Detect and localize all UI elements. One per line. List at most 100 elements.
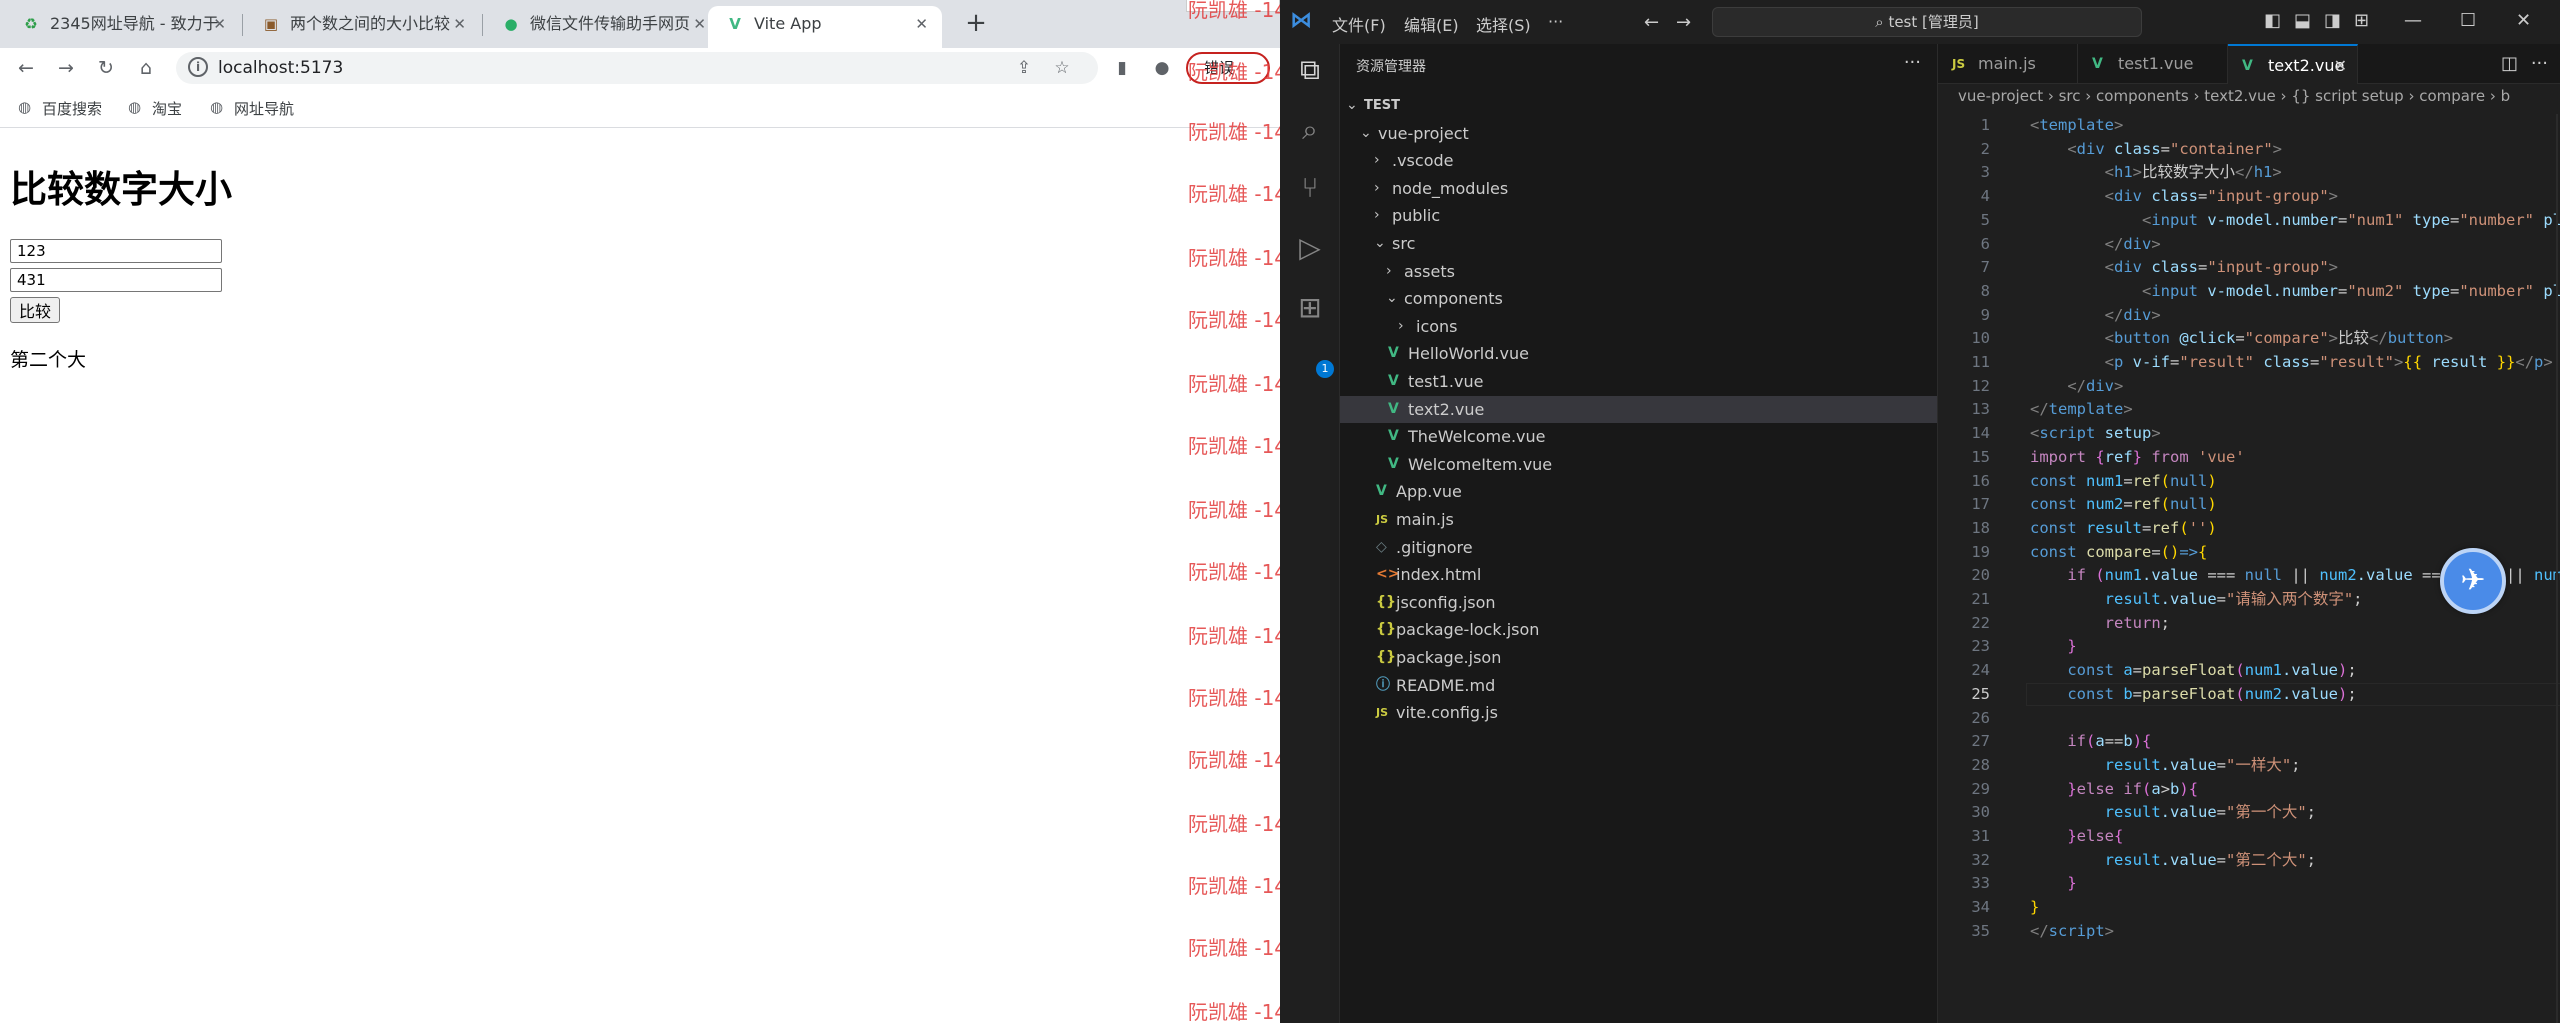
- watermark: 阮凯雄 -143 -1060: [1188, 60, 1280, 84]
- menu-more[interactable]: ···: [1548, 12, 1563, 31]
- nav-forward-icon[interactable]: →: [1676, 12, 1691, 33]
- line-number: 10: [1971, 329, 1990, 348]
- tree-item[interactable]: ◇ .gitignore: [1340, 534, 1937, 561]
- tree-item[interactable]: › icons: [1340, 313, 1937, 340]
- back-icon[interactable]: ←: [12, 54, 40, 82]
- close-tab-icon[interactable]: ✕: [2334, 46, 2347, 86]
- more-actions-icon[interactable]: ···: [2531, 44, 2548, 84]
- tab-text2-vue[interactable]: Vtext2.vue ✕: [2228, 44, 2358, 84]
- bookmark-star-icon[interactable]: ☆: [1050, 56, 1074, 80]
- share-icon[interactable]: ⇪: [1012, 56, 1036, 80]
- site-info-icon[interactable]: i: [188, 57, 208, 77]
- tree-item-label: App.vue: [1396, 482, 1462, 502]
- tree-item[interactable]: › .vscode: [1340, 147, 1937, 174]
- tree-item[interactable]: V WelcomeItem.vue: [1340, 451, 1937, 478]
- bookmark-baidu[interactable]: ◍ 百度搜索: [18, 98, 102, 119]
- bird-icon: ✈: [2460, 563, 2486, 598]
- tree-item[interactable]: ⌄ TEST: [1340, 92, 1937, 119]
- close-tab-icon[interactable]: ✕: [213, 6, 226, 42]
- line-number: 20: [1971, 566, 1990, 585]
- code-token: =: [2235, 329, 2245, 348]
- code-line: 26: [1938, 707, 2560, 731]
- forward-icon[interactable]: →: [52, 54, 80, 82]
- customize-layout-icon[interactable]: ⊞: [2354, 10, 2369, 31]
- close-tab-icon[interactable]: ✕: [915, 6, 928, 42]
- tree-item[interactable]: V HelloWorld.vue: [1340, 340, 1937, 367]
- side-panel-icon[interactable]: ▮: [1110, 56, 1134, 80]
- tree-item[interactable]: › assets: [1340, 258, 1937, 285]
- code-token: a: [2151, 779, 2161, 798]
- command-center[interactable]: ⌕ test [管理员]: [1712, 7, 2142, 37]
- tree-item[interactable]: {} jsconfig.json: [1340, 589, 1937, 616]
- toggle-sidebar-icon[interactable]: ◧: [2264, 10, 2281, 31]
- explorer-more-icon[interactable]: ···: [1904, 52, 1921, 73]
- close-tab-icon[interactable]: ✕: [453, 6, 466, 42]
- close-window-icon[interactable]: ✕: [2516, 10, 2531, 31]
- vue-file-icon: V: [2092, 56, 2103, 72]
- code-text: <template>: [2030, 114, 2123, 138]
- explorer-icon[interactable]: ⧉: [1292, 52, 1328, 88]
- tree-item[interactable]: V App.vue: [1340, 478, 1937, 505]
- floating-assistant-button[interactable]: ✈: [2440, 548, 2506, 614]
- code-token: .value: [2160, 590, 2217, 608]
- scrollbar-track[interactable]: [2556, 114, 2558, 1023]
- tree-item[interactable]: JS vite.config.js: [1340, 699, 1937, 726]
- address-bar[interactable]: i localhost:5173 ⇪ ☆: [176, 52, 1098, 84]
- tree-item[interactable]: ⌄ components: [1340, 285, 1937, 312]
- code-token: v-model.number: [2198, 210, 2338, 229]
- browser-tab-compare[interactable]: ▣ 两个数之间的大小比较 ✕: [244, 6, 480, 48]
- tree-item[interactable]: V TheWelcome.vue: [1340, 423, 1937, 450]
- code-text: }else if(a>b){: [2030, 778, 2198, 802]
- code-token: "一样大": [2226, 755, 2292, 774]
- bookmark-taobao[interactable]: ◍ 淘宝: [128, 98, 182, 119]
- reload-icon[interactable]: ↻: [92, 54, 120, 82]
- tab-title: 2345网址导航 - 致力于: [50, 14, 219, 33]
- tab-separator: [242, 14, 243, 36]
- tree-item[interactable]: ⌄ vue-project: [1340, 120, 1937, 147]
- menu-edit[interactable]: 编辑(E): [1404, 12, 1459, 36]
- toggle-panel-icon[interactable]: ⬓: [2294, 10, 2311, 31]
- breadcrumb[interactable]: vue-project › src › components › text2.v…: [1938, 84, 2560, 108]
- tab-test1-vue[interactable]: Vtest1.vue: [2078, 44, 2228, 84]
- profile-avatar-icon[interactable]: ●: [1150, 56, 1174, 80]
- search-icon[interactable]: ⌕: [1292, 112, 1328, 148]
- extensions-icon[interactable]: ⊞: [1292, 290, 1328, 326]
- tree-item[interactable]: Vtest1.vue: [1340, 368, 1937, 395]
- code-token: .value: [2282, 684, 2339, 703]
- browser-tab-wechat[interactable]: ● 微信文件传输助手网页 ✕: [484, 6, 720, 48]
- browser-tab-2345[interactable]: ♻ 2345网址导航 - 致力于 ✕: [4, 6, 240, 48]
- new-tab-button[interactable]: +: [958, 6, 994, 42]
- toggle-secondary-sidebar-icon[interactable]: ◨: [2324, 10, 2341, 31]
- tree-item[interactable]: › node_modules: [1340, 175, 1937, 202]
- menu-file[interactable]: 文件(F): [1332, 12, 1386, 36]
- maximize-icon[interactable]: ☐: [2460, 10, 2476, 31]
- tree-item[interactable]: {} package-lock.json: [1340, 616, 1937, 643]
- code-token: result: [2086, 518, 2142, 537]
- code-token: >: [2151, 305, 2161, 324]
- minimize-icon[interactable]: —: [2404, 10, 2422, 31]
- tab-main-js[interactable]: JS main.js: [1938, 44, 2078, 84]
- num1-input[interactable]: [10, 239, 222, 263]
- compare-button[interactable]: 比较: [10, 297, 61, 323]
- menu-selection[interactable]: 选择(S): [1476, 12, 1531, 36]
- tree-item[interactable]: › public: [1340, 202, 1937, 229]
- tree-item[interactable]: ⌄ src: [1340, 230, 1937, 257]
- tree-item[interactable]: <> index.html: [1340, 561, 1937, 588]
- run-debug-icon[interactable]: ▷: [1292, 230, 1328, 266]
- code-token: }: [2132, 447, 2143, 466]
- tree-item[interactable]: ⓘ README.md: [1340, 672, 1937, 699]
- home-icon[interactable]: ⌂: [132, 54, 160, 82]
- code-token: ;: [2353, 590, 2363, 608]
- tree-item[interactable]: JS main.js: [1340, 506, 1937, 533]
- source-control-icon[interactable]: ⑂: [1292, 170, 1328, 206]
- bookmark-nav[interactable]: ◍ 网址导航: [210, 98, 294, 119]
- browser-tab-vite-app[interactable]: V Vite App ✕: [708, 6, 942, 48]
- num2-input[interactable]: [10, 268, 222, 292]
- code-line: 7 <div class="input-group">: [1938, 256, 2560, 280]
- close-tab-icon[interactable]: ✕: [693, 6, 706, 42]
- code-line: 12 </div>: [1938, 375, 2560, 399]
- split-editor-icon[interactable]: ◫: [2501, 44, 2518, 84]
- tree-item[interactable]: Vtext2.vue: [1340, 395, 1937, 423]
- tree-item[interactable]: {} package.json: [1340, 644, 1937, 671]
- nav-back-icon[interactable]: ←: [1644, 12, 1659, 33]
